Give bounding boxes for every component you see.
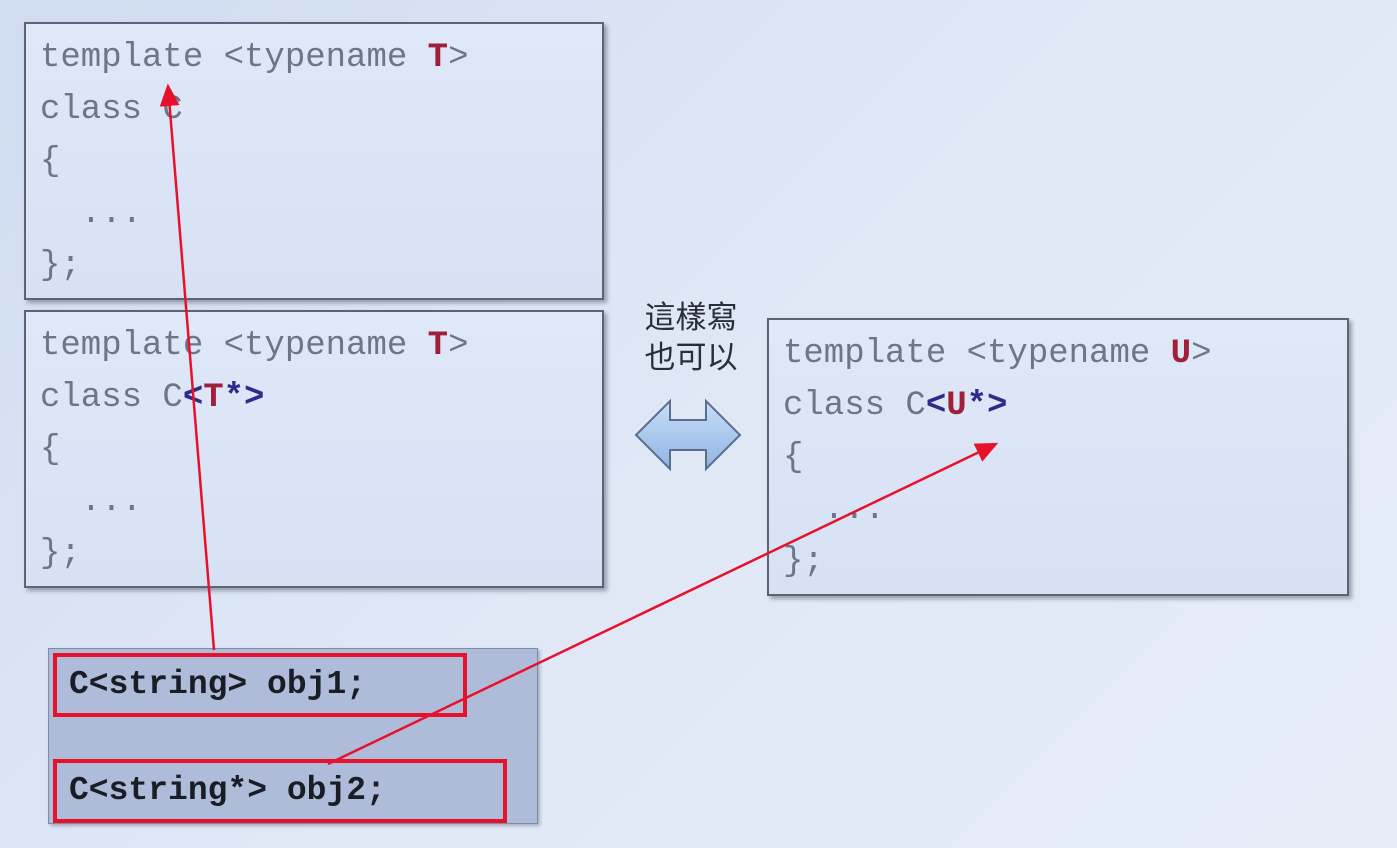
class-specialization-line: class C<T*> [40,372,264,424]
spec-param-u: U [946,387,967,425]
template-close-bracket: > [1191,335,1212,373]
template-close-bracket: > [448,39,469,77]
general-template-code-box: template <typename T> class C { ... }; [24,22,604,300]
spec-open-bracket: < [925,387,947,425]
partial-spec-u-code-box: template <typename U> class C<U*> { ... … [767,318,1349,596]
partial-spec-t-code-box: template <typename T> class C<T*> { ... … [24,310,604,588]
template-param-u: U [1170,335,1192,373]
template-declaration-line: template <typename T> [40,32,468,84]
body-ellipsis-line: ... [783,491,886,529]
double-arrow-icon [634,398,742,472]
class-name-text: class C [40,379,183,417]
obj2-declaration-highlight: C<string*> obj2; [53,759,507,823]
equivalence-note: 這樣寫 也可以 [636,298,746,378]
open-brace-line: { [40,143,61,181]
open-brace-line: { [40,431,61,469]
class-name-text: class C [783,387,926,425]
spec-pointer-close: *> [223,379,265,417]
close-brace-line: }; [40,535,81,573]
template-keyword-text: template <typename [783,335,1171,373]
open-brace-line: { [783,439,804,477]
close-brace-line: }; [40,247,81,285]
spec-param-t: T [203,379,224,417]
note-line-1: 這樣寫 [644,300,738,336]
body-ellipsis-line: ... [40,483,143,521]
template-keyword-text: template <typename [40,327,428,365]
template-declaration-line: template <typename T> [40,320,468,372]
spec-pointer-close: *> [966,387,1008,425]
template-param-t: T [427,327,449,365]
close-brace-line: }; [783,543,824,581]
template-close-bracket: > [448,327,469,365]
obj1-declaration-highlight: C<string> obj1; [53,653,467,717]
spec-open-bracket: < [182,379,204,417]
template-keyword-text: template <typename [40,39,428,77]
template-declaration-line: template <typename U> [783,328,1211,380]
template-param-t: T [427,39,449,77]
body-ellipsis-line: ... [40,195,143,233]
note-line-2: 也可以 [644,340,738,376]
usage-code-box: C<string> obj1; C<string*> obj2; [48,648,538,824]
class-declaration-line: class C [40,91,183,129]
class-specialization-line: class C<U*> [783,380,1007,432]
